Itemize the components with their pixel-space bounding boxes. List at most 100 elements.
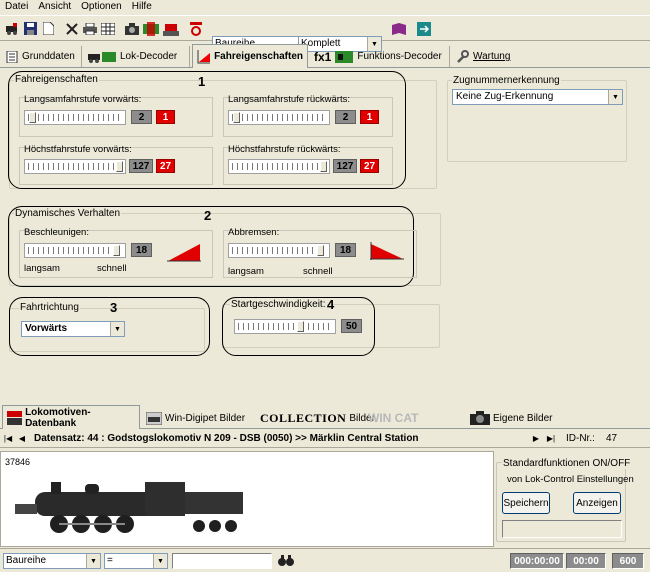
new-document-icon[interactable] bbox=[40, 21, 56, 36]
langsam-vor-value: 2 bbox=[131, 110, 152, 124]
camera-icon bbox=[470, 411, 490, 425]
tab-funktions-decoder[interactable]: fx1 Funktions-Decoder bbox=[310, 46, 450, 67]
standard-line2: von Lok-Control Einstellungen bbox=[507, 474, 634, 485]
collection-logo: COLLECTION bbox=[260, 410, 347, 425]
slider-thumb[interactable] bbox=[320, 161, 327, 172]
slider-thumb[interactable] bbox=[317, 245, 324, 256]
show-button[interactable]: Anzeigen bbox=[573, 492, 621, 514]
time-display-2: 00:00 bbox=[566, 553, 606, 569]
langsam-rueck-red: 1 bbox=[360, 110, 379, 124]
langsam-vor-slider[interactable] bbox=[24, 110, 126, 125]
braking-ramp-icon bbox=[370, 242, 404, 260]
next-record-icon[interactable]: ▶ bbox=[530, 432, 542, 445]
slider-thumb[interactable] bbox=[29, 112, 36, 123]
zugnummer-title: Zugnummernerkennung bbox=[452, 75, 561, 86]
chevron-down-icon: ▼ bbox=[86, 554, 100, 568]
tab-eigene-bilder[interactable]: Eigene Bilder bbox=[466, 407, 562, 429]
sound-icon[interactable] bbox=[188, 21, 204, 36]
filter-field-combo[interactable]: Baureihe ▼ bbox=[3, 553, 101, 569]
standard-line1: Standardfunktionen ON/OFF bbox=[502, 458, 632, 469]
decoder-icon[interactable] bbox=[143, 21, 159, 36]
table-icon[interactable] bbox=[100, 21, 116, 36]
delete-icon[interactable] bbox=[64, 21, 80, 36]
marker-4: 4 bbox=[327, 297, 335, 312]
slider-thumb[interactable] bbox=[113, 245, 120, 256]
hoechst-rueck-slider[interactable] bbox=[228, 159, 330, 174]
main-tabs: Grunddaten Lok-Decoder Fahreigenschaften… bbox=[0, 44, 650, 68]
slider-thumb[interactable] bbox=[233, 112, 240, 123]
beschleunigen-label: Beschleunigen: bbox=[24, 227, 89, 238]
locomotive-decoder-icon bbox=[88, 51, 116, 63]
tab-lokomotiven-datenbank-label: Lokomotiven-Datenbank bbox=[25, 406, 91, 429]
tab-lokomotiven-datenbank[interactable]: Lokomotiven-Datenbank bbox=[2, 405, 140, 429]
abbremsen-slider[interactable] bbox=[228, 243, 330, 258]
wrench-icon bbox=[457, 50, 469, 63]
printer-icon[interactable] bbox=[82, 21, 98, 36]
menu-datei[interactable]: Datei bbox=[0, 0, 33, 14]
show-button-label: Anzeigen bbox=[576, 497, 618, 509]
beschleunigen-slider[interactable] bbox=[24, 243, 126, 258]
chevron-down-icon: ▼ bbox=[153, 554, 167, 568]
abbremsen-label: Abbremsen: bbox=[228, 227, 280, 238]
speed-chart-icon bbox=[197, 49, 211, 63]
hoechst-vor-label: Höchstfahrstufe vorwärts: bbox=[24, 144, 132, 155]
marker-3: 3 bbox=[110, 300, 118, 315]
slider-thumb[interactable] bbox=[116, 161, 123, 172]
tab-grunddaten[interactable]: Grunddaten bbox=[2, 46, 82, 67]
tab-funktions-decoder-label: Funktions-Decoder bbox=[357, 51, 442, 62]
camera-icon[interactable] bbox=[124, 21, 140, 36]
tab-collection-bilder[interactable]: COLLECTION Bilder bbox=[256, 407, 375, 429]
langsam-rueck-label: Langsamfahrstufe rückwärts: bbox=[228, 94, 350, 105]
tab-win-digipet-bilder[interactable]: Win-Digipet Bilder bbox=[142, 407, 252, 429]
slider-thumb[interactable] bbox=[297, 321, 304, 332]
hoechst-rueck-label: Höchstfahrstufe rückwärts: bbox=[228, 144, 341, 155]
fahrtrichtung-select[interactable]: Vorwärts ▼ bbox=[21, 321, 125, 337]
tab-fahreigenschaften[interactable]: Fahreigenschaften bbox=[192, 44, 308, 68]
standard-output-field bbox=[502, 520, 622, 538]
menu-optionen[interactable]: Optionen bbox=[76, 0, 127, 14]
locomotive-photo-panel: 37846 bbox=[0, 451, 494, 547]
tab-grunddaten-label: Grunddaten bbox=[22, 51, 75, 62]
menu-hilfe[interactable]: Hilfe bbox=[127, 0, 157, 14]
save-button-label: Speichern bbox=[503, 497, 549, 509]
print-decoder-icon[interactable] bbox=[163, 21, 179, 36]
tab-win-digipet-bilder-label: Win-Digipet Bilder bbox=[165, 412, 246, 424]
counter-display: 600 bbox=[612, 553, 644, 569]
startgeschw-slider[interactable] bbox=[234, 319, 336, 334]
langsam-vor-red: 1 bbox=[156, 110, 175, 124]
abbremsen-value: 18 bbox=[335, 243, 356, 257]
database-locomotive-icon bbox=[7, 410, 23, 425]
tab-wartung[interactable]: Wartung bbox=[452, 46, 516, 67]
filter-operator-combo[interactable]: = ▼ bbox=[104, 553, 168, 569]
locomotive-image bbox=[15, 482, 243, 533]
tab-wartung-label: Wartung bbox=[473, 51, 511, 62]
book-icon[interactable] bbox=[391, 21, 407, 36]
exit-icon[interactable] bbox=[416, 21, 432, 36]
menu-bar: Datei Ansicht Optionen Hilfe bbox=[0, 0, 650, 14]
hoechst-rueck-red: 27 bbox=[360, 159, 379, 173]
last-record-icon[interactable]: ▶| bbox=[545, 432, 557, 445]
win-cat-logo: WIN CAT bbox=[368, 411, 419, 425]
tab-win-cat[interactable]: WIN CAT bbox=[364, 407, 462, 429]
binoculars-icon[interactable] bbox=[278, 554, 294, 570]
save-icon[interactable] bbox=[22, 21, 38, 36]
beschleunigen-value: 18 bbox=[131, 243, 152, 257]
hoechst-vor-slider[interactable] bbox=[24, 159, 126, 174]
document-icon bbox=[6, 50, 18, 63]
hoechst-rueck-value: 127 bbox=[333, 159, 357, 173]
toolbar: Baureihe ▼ Komplett ▼ bbox=[0, 15, 650, 52]
picture-tabs: Lokomotiven-Datenbank Win-Digipet Bilder… bbox=[0, 405, 650, 429]
filter-value-input[interactable] bbox=[172, 553, 272, 569]
langsam-rueck-slider[interactable] bbox=[228, 110, 330, 125]
menu-ansicht[interactable]: Ansicht bbox=[33, 0, 76, 14]
previous-record-icon[interactable]: ◀ bbox=[16, 432, 28, 445]
save-button[interactable]: Speichern bbox=[502, 492, 550, 514]
hoechst-vor-value: 127 bbox=[129, 159, 153, 173]
first-record-icon[interactable]: |◀ bbox=[2, 432, 14, 445]
zugnummer-select[interactable]: Keine Zug-Erkennung ▼ bbox=[452, 89, 623, 105]
tab-lok-decoder[interactable]: Lok-Decoder bbox=[84, 46, 190, 67]
id-label: ID-Nr.: bbox=[566, 433, 595, 444]
time-display-1: 000:00:00 bbox=[510, 553, 564, 569]
beschleunigen-max: schnell bbox=[97, 263, 127, 274]
locomotive-icon[interactable] bbox=[4, 21, 20, 36]
